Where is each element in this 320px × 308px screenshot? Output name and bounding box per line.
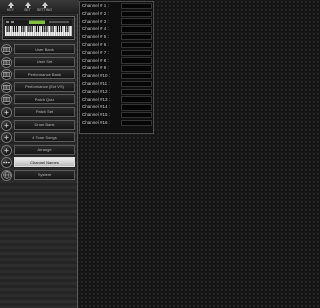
channel-row: Channel # 4 :	[80, 25, 153, 33]
channel-row: Channel # 1 :	[80, 2, 153, 10]
channel-label: Channel # 1 :	[82, 3, 109, 8]
channel-label: Channel #13 :	[82, 96, 111, 102]
channel-name-field[interactable]	[121, 104, 152, 111]
sidebar-item-performance-bank[interactable]: Performance Bank	[14, 69, 75, 80]
channel-name-field[interactable]	[121, 57, 152, 64]
keyboard-icon	[1, 94, 12, 106]
sidebar-row: Arrange	[0, 144, 77, 157]
channel-label: Channel #16 :	[82, 119, 111, 125]
channel-name-field[interactable]	[121, 26, 152, 33]
channel-label: Channel # 3 :	[82, 18, 109, 24]
keyboard-icon	[1, 56, 12, 68]
plus-icon	[1, 119, 12, 131]
plus-icon	[1, 106, 12, 118]
toolbar-set-label: SET	[24, 8, 31, 12]
sidebar-item-performance-ext-vs[interactable]: Performance (Ext VS)	[14, 81, 75, 92]
keyboard-image	[2, 16, 75, 40]
channel-label: Channel #15 :	[82, 112, 111, 118]
channel-name-field[interactable]	[121, 33, 152, 41]
sidebar-item-user-bank[interactable]: User Bank	[14, 44, 75, 54]
channel-label: Channel # 5 :	[82, 34, 109, 40]
sidebar-item-channel-names[interactable]: Channel Names	[14, 157, 75, 168]
plus-icon	[1, 132, 12, 144]
channel-row: Channel # 8 :	[80, 57, 153, 65]
channel-name-field[interactable]	[121, 65, 152, 72]
channel-row: Channel #13 :	[80, 96, 153, 104]
sidebar-nav: User Bank User Set Performance Bank Perform…	[0, 43, 77, 182]
sidebar-row: Performance Bank	[0, 68, 77, 81]
channel-name-field[interactable]	[121, 2, 152, 10]
keyboard-icon	[1, 44, 12, 55]
channel-name-field[interactable]	[121, 88, 152, 95]
channel-name-field[interactable]	[121, 119, 152, 127]
channel-row: Channel # 3 :	[80, 18, 153, 26]
channel-row: Channel #16 :	[80, 119, 153, 127]
sidebar-item-patch-set[interactable]: Patch Set	[14, 106, 75, 117]
channel-row: Channel #10 :	[80, 72, 153, 80]
sidebar-item-system[interactable]: System	[14, 169, 75, 180]
sidebar-row: User Bank	[0, 43, 77, 56]
keyboard-icon	[1, 81, 12, 93]
sidebar-item-4-tone-songs[interactable]: 4 Tone Songs	[14, 132, 75, 143]
dots-icon	[1, 157, 12, 169]
channel-row: Channel #14 :	[80, 103, 153, 111]
channel-row: Channel #12 :	[80, 88, 153, 96]
toolbar-set-button[interactable]: SET	[19, 0, 36, 14]
channel-label: Channel #12 :	[82, 88, 111, 94]
channel-label: Channel #11 :	[82, 80, 110, 86]
channel-name-field[interactable]	[121, 10, 152, 17]
sidebar-item-arrange[interactable]: Arrange	[14, 144, 75, 155]
channel-label: Channel # 7 :	[82, 49, 109, 55]
channel-name-field[interactable]	[121, 72, 152, 80]
synth-keyboard-icon	[3, 18, 74, 38]
sidebar-row: 4 Tone Songs	[0, 131, 77, 144]
sidebar-row: Drum Bank	[0, 119, 77, 132]
sidebar-row: Patch Quiz	[0, 93, 77, 106]
plus-icon	[1, 144, 12, 156]
channel-row: Channel # 6 :	[80, 41, 153, 49]
channel-name-field[interactable]	[121, 80, 152, 88]
channel-row: Channel #11 :	[80, 80, 153, 88]
channel-name-field[interactable]	[121, 18, 152, 25]
channel-row: Channel # 9 :	[80, 64, 153, 72]
sidebar-row: System	[0, 169, 77, 182]
sidebar-row: User Set	[0, 56, 77, 69]
channel-label: Channel # 6 :	[82, 41, 109, 47]
top-toolbar: KEY SET SETTING	[0, 0, 79, 14]
channel-label: Channel #10 :	[82, 73, 111, 79]
channel-row: Channel # 2 :	[80, 10, 153, 18]
channel-name-field[interactable]	[121, 41, 152, 49]
channel-row: Channel #15 :	[80, 111, 153, 119]
toolbar-key-label: KEY	[6, 8, 14, 12]
channel-label: Channel # 4 :	[82, 26, 109, 32]
sidebar-row: Channel Names	[0, 156, 77, 169]
sidebar-item-patch-quiz[interactable]: Patch Quiz	[14, 94, 75, 105]
channel-names-list: Channel # 1 : Channel # 2 : Channel # 3 : C…	[79, 1, 154, 134]
sidebar-item-drum-bank[interactable]: Drum Bank	[14, 119, 75, 130]
toolbar-setting-label: SETTING	[36, 8, 53, 12]
channel-name-field[interactable]	[121, 111, 152, 119]
channel-row: Channel # 5 :	[80, 33, 153, 41]
channel-label: Channel # 9 :	[82, 65, 109, 71]
sidebar-item-user-set[interactable]: User Set	[14, 56, 75, 67]
toolbar-setting-button[interactable]: SETTING	[36, 0, 53, 14]
globe-icon	[1, 169, 12, 181]
channel-name-field[interactable]	[121, 49, 152, 56]
channel-label: Channel # 8 :	[82, 57, 109, 63]
channel-row: Channel # 7 :	[80, 49, 153, 57]
toolbar-key-button[interactable]: KEY	[2, 0, 19, 14]
sidebar-row: Patch Set	[0, 106, 77, 119]
sidebar-row: Performance (Ext VS)	[0, 81, 77, 94]
channel-label: Channel #14 :	[82, 104, 111, 110]
left-sidebar: KEY SET SETTING User Bank User Set Perform…	[0, 0, 79, 308]
keyboard-icon	[1, 69, 12, 81]
channel-label: Channel # 2 :	[82, 10, 109, 16]
channel-name-field[interactable]	[121, 96, 152, 103]
